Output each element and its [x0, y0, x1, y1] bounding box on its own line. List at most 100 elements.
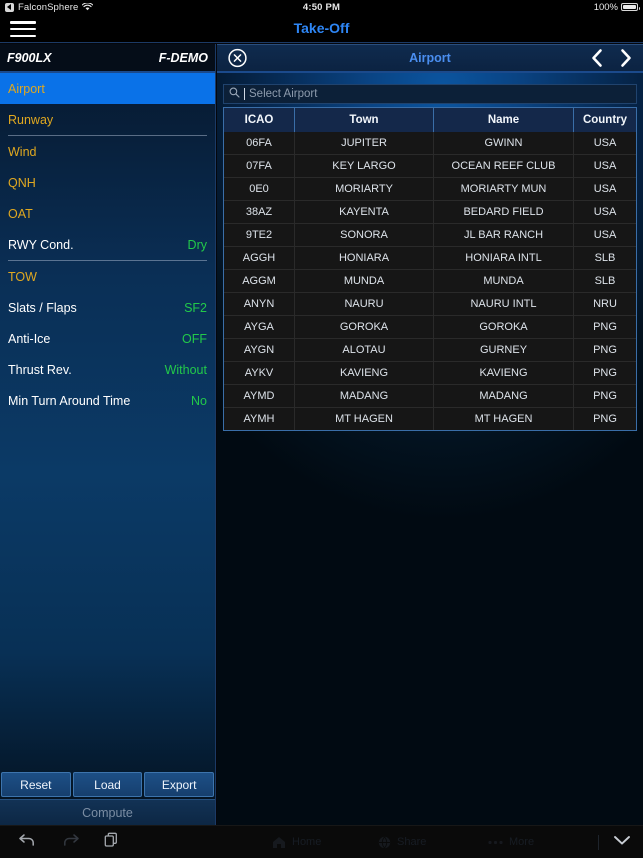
sidebar-item-airport[interactable]: Airport — [0, 73, 215, 104]
table-cell: ANYN — [224, 293, 295, 315]
undo-arrow-icon[interactable] — [18, 832, 37, 852]
table-row[interactable]: 38AZ KAYENTA BEDARD FIELD USA — [224, 200, 636, 223]
aircraft-type-label: F900LX — [7, 50, 52, 65]
table-cell: NRU — [574, 293, 636, 315]
table-cell: PNG — [574, 408, 636, 430]
table-cell: HONIARA — [295, 247, 434, 269]
battery-percent-label: 100% — [593, 1, 618, 13]
table-cell: MUNDA — [295, 270, 434, 292]
table-row[interactable]: AYGA GOROKA GOROKA PNG — [224, 315, 636, 338]
ghost-item-more: More — [488, 836, 534, 848]
copy-pages-icon[interactable] — [104, 832, 120, 853]
table-cell: NAURU INTL — [434, 293, 574, 315]
table-cell: AYGA — [224, 316, 295, 338]
table-row[interactable]: AGGM MUNDA MUNDA SLB — [224, 269, 636, 292]
table-cell: 07FA — [224, 155, 295, 177]
sidebar-item-anti-ice[interactable]: Anti-Ice OFF — [0, 323, 215, 354]
table-row[interactable]: 0E0 MORIARTY MORIARTY MUN USA — [224, 177, 636, 200]
ghost-item-share: Share — [378, 836, 426, 849]
table-cell: JUPITER — [295, 132, 434, 154]
sidebar-item-oat[interactable]: OAT — [0, 198, 215, 229]
table-cell: USA — [574, 155, 636, 177]
table-cell: MADANG — [295, 385, 434, 407]
sidebar-item-runway[interactable]: Runway — [0, 104, 215, 135]
search-input[interactable]: Select Airport — [223, 84, 637, 104]
sidebar-item-rwy-cond[interactable]: RWY Cond. Dry — [0, 229, 215, 260]
sidebar-item-tow[interactable]: TOW — [0, 261, 215, 292]
table-column-header[interactable]: ICAO — [224, 108, 295, 132]
table-body: 06FA JUPITER GWINN USA 07FA KEY LARGO OCEAN RE… — [224, 132, 636, 430]
table-row[interactable]: AYMD MADANG MADANG PNG — [224, 384, 636, 407]
table-cell: MUNDA — [434, 270, 574, 292]
redo-arrow-icon[interactable] — [61, 832, 80, 852]
load-button[interactable]: Load — [72, 772, 143, 797]
table-row[interactable]: 9TE2 SONORA JL BAR RANCH USA — [224, 223, 636, 246]
table-cell: MT HAGEN — [295, 408, 434, 430]
table-column-header[interactable]: Name — [434, 108, 574, 132]
sidebar-item-label: Runway — [8, 112, 54, 127]
reset-button[interactable]: Reset — [1, 772, 71, 797]
table-row[interactable]: 06FA JUPITER GWINN USA — [224, 132, 636, 154]
table-cell: AYKV — [224, 362, 295, 384]
chevron-down-icon[interactable] — [613, 833, 631, 851]
sidebar-item-min-turn-around-time[interactable]: Min Turn Around Time No — [0, 385, 215, 416]
table-cell: ALOTAU — [295, 339, 434, 361]
table-cell: USA — [574, 132, 636, 154]
table-cell: JL BAR RANCH — [434, 224, 574, 246]
table-cell: AGGH — [224, 247, 295, 269]
sidebar-item-label: Anti-Ice — [8, 331, 51, 346]
ghost-item-home: Home — [272, 836, 321, 849]
table-cell: KAYENTA — [295, 201, 434, 223]
table-cell: 9TE2 — [224, 224, 295, 246]
parameter-list: Airport Runway Wind QNH OAT RWY Cond. Dry TOW Sl… — [0, 73, 215, 772]
table-column-header[interactable]: Country — [574, 108, 636, 132]
app-screen: FalconSphere 4:50 PM 100% Take-Off F900L… — [0, 0, 643, 858]
aircraft-registration-label: F-DEMO — [158, 50, 208, 65]
sidebar-item-value: Without — [164, 362, 207, 377]
search-placeholder: Select Airport — [249, 88, 318, 100]
table-row[interactable]: AGGH HONIARA HONIARA INTL SLB — [224, 246, 636, 269]
table-cell: KAVIENG — [434, 362, 574, 384]
ios-status-bar: FalconSphere 4:50 PM 100% — [0, 0, 643, 14]
table-cell: PNG — [574, 362, 636, 384]
table-cell: NAURU — [295, 293, 434, 315]
table-row[interactable]: 07FA KEY LARGO OCEAN REEF CLUB USA — [224, 154, 636, 177]
table-row[interactable]: ANYN NAURU NAURU INTL NRU — [224, 292, 636, 315]
parameters-sidebar: F900LX F-DEMO Airport Runway Wind QNH OAT RWY… — [0, 44, 216, 825]
table-cell: AYMD — [224, 385, 295, 407]
table-cell: SLB — [574, 270, 636, 292]
table-row[interactable]: AYMH MT HAGEN MT HAGEN PNG — [224, 407, 636, 430]
table-cell: MORIARTY — [295, 178, 434, 200]
sidebar-item-thrust-rev[interactable]: Thrust Rev. Without — [0, 354, 215, 385]
ghost-item-more-label: More — [509, 836, 535, 848]
table-row[interactable]: AYKV KAVIENG KAVIENG PNG — [224, 361, 636, 384]
battery-full-icon — [621, 3, 640, 11]
table-scroll-area[interactable]: 06FA JUPITER GWINN USA 07FA KEY LARGO OCEAN RE… — [224, 132, 636, 430]
table-cell: KEY LARGO — [295, 155, 434, 177]
ghost-item-share-label: Share — [397, 836, 427, 848]
table-row[interactable]: AYGN ALOTAU GURNEY PNG — [224, 338, 636, 361]
aircraft-header: F900LX F-DEMO — [0, 44, 215, 73]
table-cell: KAVIENG — [295, 362, 434, 384]
table-cell: GURNEY — [434, 339, 574, 361]
table-cell: MORIARTY MUN — [434, 178, 574, 200]
table-cell: MT HAGEN — [434, 408, 574, 430]
export-button[interactable]: Export — [144, 772, 215, 797]
table-cell: 06FA — [224, 132, 295, 154]
table-cell: SLB — [574, 247, 636, 269]
sidebar-item-qnh[interactable]: QNH — [0, 167, 215, 198]
sidebar-item-label: RWY Cond. — [8, 237, 74, 252]
chevron-left-icon[interactable] — [590, 49, 603, 68]
table-cell: 38AZ — [224, 201, 295, 223]
ghost-item-home-label: Home — [292, 836, 322, 848]
sidebar-item-slats-flaps[interactable]: Slats / Flaps SF2 — [0, 292, 215, 323]
table-column-header[interactable]: Town — [295, 108, 434, 132]
sidebar-footer: Reset Load Export Compute — [0, 772, 215, 825]
sidebar-item-wind[interactable]: Wind — [0, 136, 215, 167]
table-cell: BEDARD FIELD — [434, 201, 574, 223]
chevron-right-icon[interactable] — [620, 49, 633, 68]
browser-bottom-toolbar: Home Share More — [0, 825, 643, 858]
compute-button[interactable]: Compute — [0, 799, 215, 825]
table-header-row: ICAO Town Name Country — [224, 108, 636, 132]
table-cell: HONIARA INTL — [434, 247, 574, 269]
